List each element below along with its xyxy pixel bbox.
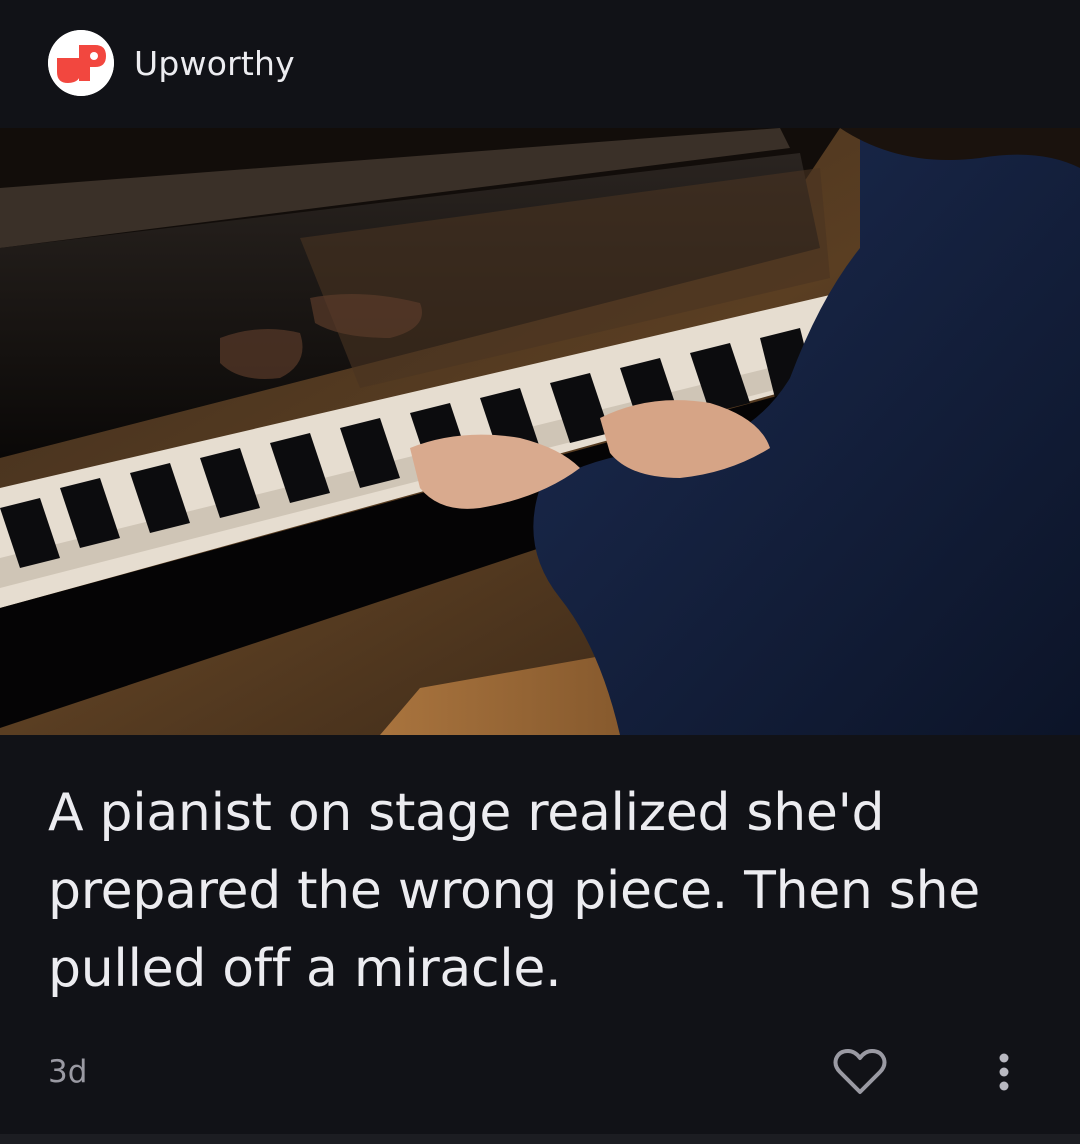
news-card[interactable]: Upworthy A pianist on stage realized she… [0,0,1080,1144]
more-options-button[interactable] [976,1044,1032,1100]
article-image[interactable] [0,128,1080,735]
headline[interactable]: A pianist on stage realized she'd prepar… [48,774,1008,1008]
like-button[interactable] [832,1044,888,1100]
divider [0,1134,1080,1144]
more-vert-icon [999,1053,1009,1091]
source-row: Upworthy [48,30,295,96]
source-name[interactable]: Upworthy [134,44,295,83]
heart-outline-icon [833,1049,887,1094]
pianist-photo [0,128,1080,735]
meta-row: 3d [48,1044,1032,1100]
upworthy-logo-icon [48,30,114,96]
timestamp: 3d [48,1054,88,1090]
